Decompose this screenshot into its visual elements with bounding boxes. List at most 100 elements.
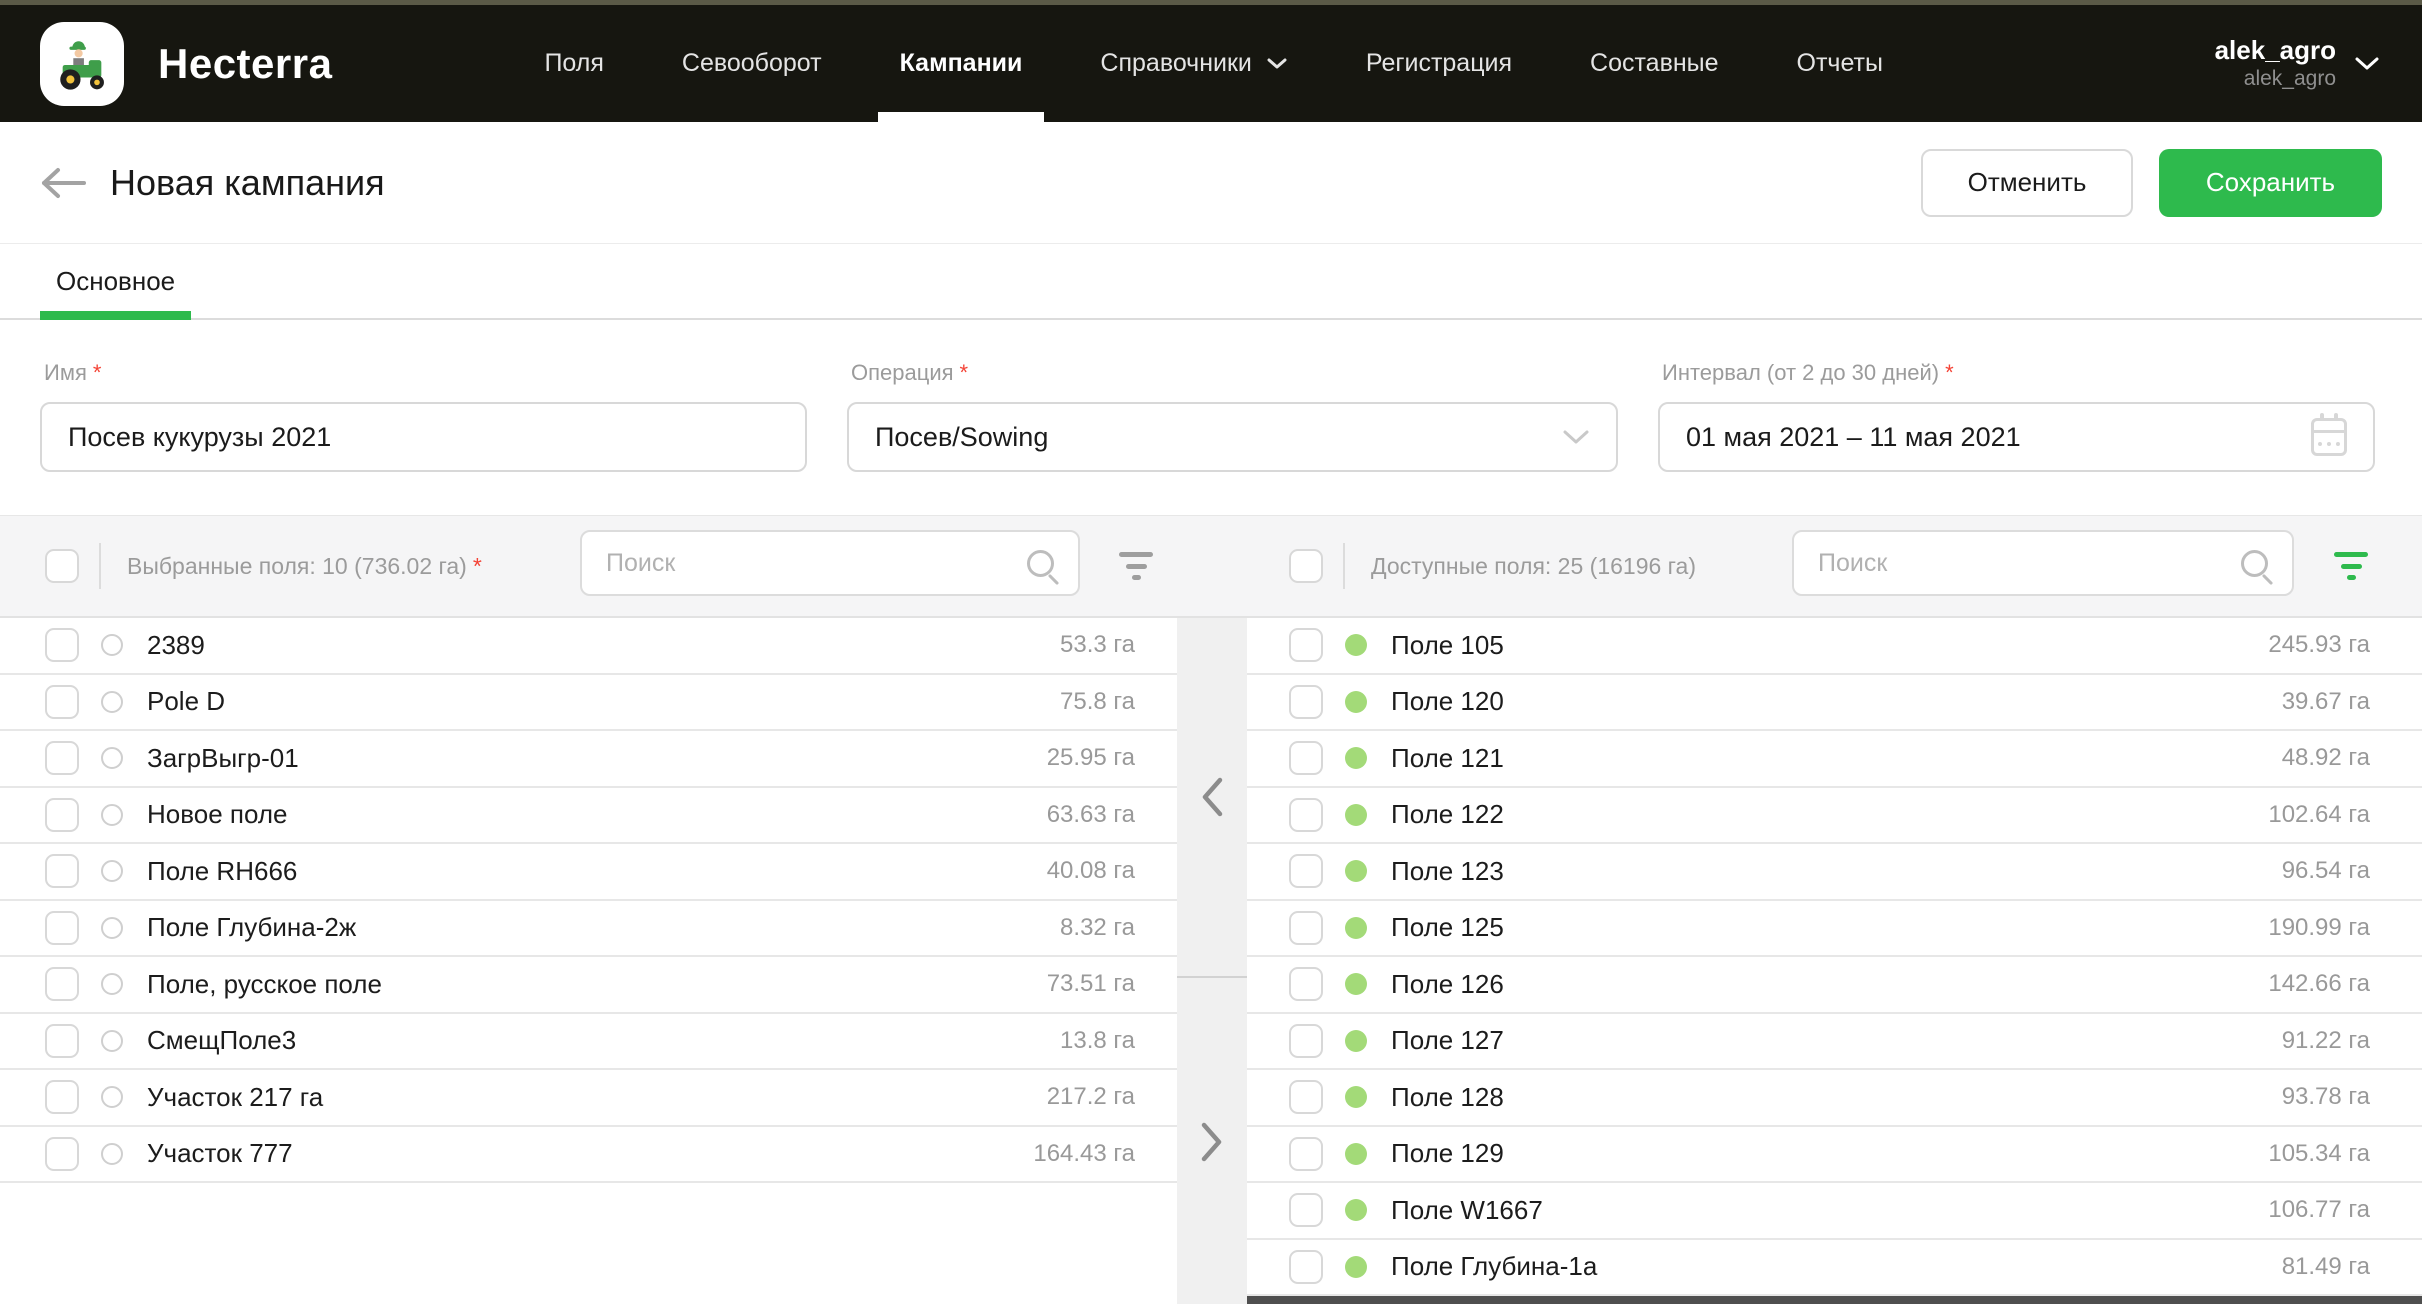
field-status-dot-icon <box>1345 973 1367 995</box>
row-checkbox[interactable] <box>45 685 79 719</box>
nav-item-directories[interactable]: Справочники <box>1100 5 1287 122</box>
field-name: Поле W1667 <box>1391 1195 1543 1226</box>
app-logo[interactable] <box>40 22 124 106</box>
row-checkbox[interactable] <box>45 911 79 945</box>
nav-item-fields[interactable]: Поля <box>544 5 603 122</box>
row-checkbox[interactable] <box>1289 1137 1323 1171</box>
required-asterisk: * <box>93 360 102 385</box>
user-subtitle: alek_agro <box>2244 66 2336 92</box>
field-name: Поле, русское поле <box>147 969 382 1000</box>
user-name: alek_agro <box>2215 35 2336 66</box>
list-item[interactable]: Поле, русское поле 73.51 га <box>0 957 1177 1014</box>
field-area: 142.66 га <box>2268 970 2370 998</box>
field-area: 96.54 га <box>2282 857 2370 885</box>
list-item[interactable]: Поле 122 102.64 га <box>1247 788 2422 845</box>
field-area: 102.64 га <box>2268 801 2370 829</box>
operation-label: Операция* <box>851 360 1618 386</box>
row-checkbox[interactable] <box>45 798 79 832</box>
list-item[interactable]: Участок 217 га217.2 га <box>0 1070 1177 1127</box>
search-icon <box>1027 550 1054 577</box>
list-item[interactable]: Поле 12039.67 га <box>1247 675 2422 732</box>
list-item[interactable]: Поле W1667106.77 га <box>1247 1183 2422 1240</box>
row-checkbox[interactable] <box>1289 798 1323 832</box>
row-checkbox[interactable] <box>45 1080 79 1114</box>
list-item[interactable]: 238953.3 га <box>0 618 1177 675</box>
list-item[interactable]: Поле 12148.92 га <box>1247 731 2422 788</box>
row-checkbox[interactable] <box>45 854 79 888</box>
nav-item-label: Поля <box>544 49 603 78</box>
field-name: СмещПоле3 <box>147 1025 296 1056</box>
row-checkbox[interactable] <box>1289 1024 1323 1058</box>
filter-icon-active[interactable] <box>2334 552 2368 580</box>
nav-item-registration[interactable]: Регистрация <box>1366 5 1512 122</box>
nav-item-crop-rotation[interactable]: Севооборот <box>682 5 822 122</box>
row-checkbox[interactable] <box>1289 628 1323 662</box>
available-search-input[interactable] <box>1794 549 2233 578</box>
nav-item-label: Севооборот <box>682 49 822 78</box>
list-item[interactable]: Поле Глубина-1а81.49 га <box>1247 1240 2422 1297</box>
field-status-circle-icon <box>101 917 123 939</box>
move-left-button[interactable] <box>1177 618 1247 978</box>
list-item[interactable]: Поле 127 91.22 га <box>1247 1014 2422 1071</box>
arrow-left-icon <box>40 166 88 200</box>
save-button[interactable]: Сохранить <box>2159 149 2382 217</box>
field-name: Поле 105 <box>1391 630 1504 661</box>
list-item[interactable]: Pole D75.8 га <box>0 675 1177 732</box>
tab-main[interactable]: Основное <box>40 244 191 318</box>
horizontal-scrollbar[interactable] <box>1247 1296 2422 1304</box>
filter-icon[interactable] <box>1119 552 1153 580</box>
user-menu[interactable]: alek_agro alek_agro <box>2215 35 2380 92</box>
field-status-circle-icon <box>101 1143 123 1165</box>
select-all-available-checkbox[interactable] <box>1289 549 1323 583</box>
list-item[interactable]: Новое поле63.63 га <box>0 788 1177 845</box>
field-status-circle-icon <box>101 1030 123 1052</box>
back-button[interactable] <box>40 161 92 205</box>
row-checkbox[interactable] <box>1289 911 1323 945</box>
list-item[interactable]: Поле 12893.78 га <box>1247 1070 2422 1127</box>
nav-item-campaigns[interactable]: Кампании <box>900 5 1023 122</box>
list-item[interactable]: Поле 129105.34 га <box>1247 1127 2422 1184</box>
row-checkbox[interactable] <box>1289 967 1323 1001</box>
list-item[interactable]: СмещПоле313.8 га <box>0 1014 1177 1071</box>
field-area: 105.34 га <box>2268 1140 2370 1168</box>
field-area: 40.08 га <box>1047 857 1135 885</box>
field-area: 73.51 га <box>1047 970 1135 998</box>
move-right-button[interactable] <box>1177 980 1247 1304</box>
row-checkbox[interactable] <box>45 628 79 662</box>
row-checkbox[interactable] <box>1289 854 1323 888</box>
fields-transfer-widget: Выбранные поля: 10 (736.02 га)* Доступны… <box>0 515 2422 1304</box>
list-item[interactable]: Поле 105 245.93 га <box>1247 618 2422 675</box>
list-item[interactable]: ЗагрВыгр-0125.95 га <box>0 731 1177 788</box>
field-name: Поле 125 <box>1391 912 1504 943</box>
campaign-name-input[interactable] <box>40 402 807 472</box>
nav-item-composites[interactable]: Составные <box>1590 5 1719 122</box>
list-item[interactable]: Поле RH66640.08 га <box>0 844 1177 901</box>
nav-item-reports[interactable]: Отчеты <box>1797 5 1883 122</box>
row-checkbox[interactable] <box>1289 741 1323 775</box>
row-checkbox[interactable] <box>1289 1080 1323 1114</box>
field-area: 91.22 га <box>2282 1027 2370 1055</box>
row-checkbox[interactable] <box>1289 685 1323 719</box>
date-range-value: 01 мая 2021 – 11 мая 2021 <box>1686 422 2311 453</box>
row-checkbox[interactable] <box>45 967 79 1001</box>
operation-select[interactable]: Посев/Sowing <box>847 402 1618 472</box>
cancel-button[interactable]: Отменить <box>1921 149 2133 217</box>
list-item[interactable]: Поле 126142.66 га <box>1247 957 2422 1014</box>
row-checkbox[interactable] <box>45 1024 79 1058</box>
row-checkbox[interactable] <box>1289 1193 1323 1227</box>
date-range-picker[interactable]: 01 мая 2021 – 11 мая 2021 <box>1658 402 2375 472</box>
field-name: ЗагрВыгр-01 <box>147 743 299 774</box>
list-item[interactable]: Поле 12396.54 га <box>1247 844 2422 901</box>
field-area: 245.93 га <box>2268 631 2370 659</box>
row-checkbox[interactable] <box>1289 1250 1323 1284</box>
selected-search-input[interactable] <box>582 549 1019 578</box>
row-checkbox[interactable] <box>45 1137 79 1171</box>
list-item[interactable]: Поле 125190.99 га <box>1247 901 2422 958</box>
field-status-dot-icon <box>1345 860 1367 882</box>
select-all-selected-checkbox[interactable] <box>45 549 79 583</box>
field-name: Поле 122 <box>1391 799 1504 830</box>
field-name: Поле 127 <box>1391 1025 1504 1056</box>
row-checkbox[interactable] <box>45 741 79 775</box>
list-item[interactable]: Участок 777164.43 га <box>0 1127 1177 1184</box>
list-item[interactable]: Поле Глубина-2ж8.32 га <box>0 901 1177 958</box>
